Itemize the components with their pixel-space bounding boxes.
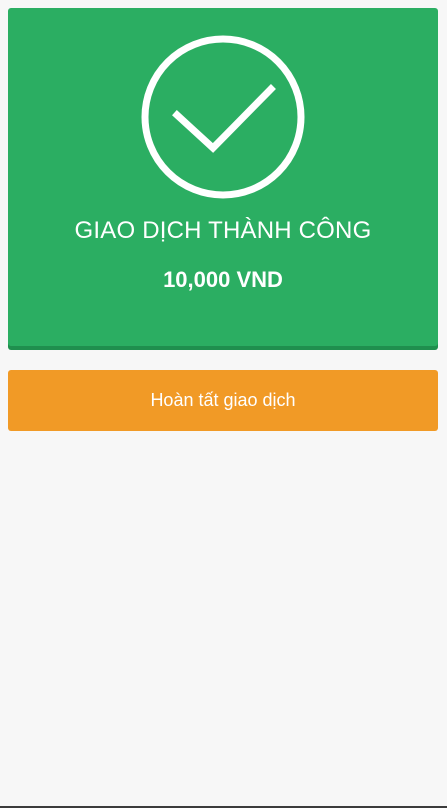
- finish-transaction-button[interactable]: Hoàn tất giao dịch: [8, 370, 438, 431]
- transaction-amount: 10,000 VND: [163, 267, 283, 292]
- transaction-status-title: GIAO DỊCH THÀNH CÔNG: [74, 217, 372, 244]
- transaction-result-screen: GIAO DỊCH THÀNH CÔNG 10,000 VND Hoàn tất…: [0, 0, 447, 808]
- check-circle-icon: [141, 35, 305, 199]
- success-card: GIAO DỊCH THÀNH CÔNG 10,000 VND: [8, 8, 438, 346]
